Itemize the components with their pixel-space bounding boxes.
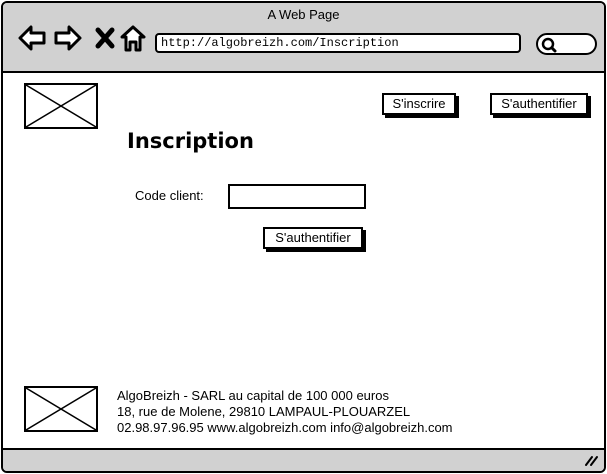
client-code-label: Code client: bbox=[135, 188, 204, 203]
page-title: Inscription bbox=[127, 129, 254, 153]
window-title: A Web Page bbox=[267, 7, 340, 22]
status-bar bbox=[3, 448, 604, 471]
authenticate-button[interactable]: S'authentifier bbox=[263, 227, 363, 249]
home-icon[interactable] bbox=[119, 23, 149, 53]
footer-contact-line: 02.98.97.96.95 www.algobreizh.com info@a… bbox=[117, 420, 453, 435]
url-bar[interactable]: http://algobreizh.com/Inscription bbox=[155, 33, 521, 53]
footer-logo-placeholder bbox=[24, 386, 98, 432]
resize-grip-icon[interactable] bbox=[584, 453, 598, 467]
close-icon[interactable] bbox=[91, 23, 121, 53]
client-code-input[interactable] bbox=[228, 184, 366, 209]
browser-window: A Web Page http://algobreizh.com/Inscrip… bbox=[1, 1, 606, 473]
forward-icon[interactable] bbox=[53, 23, 83, 53]
logo-placeholder bbox=[24, 83, 98, 129]
browser-toolbar: A Web Page http://algobreizh.com/Inscrip… bbox=[3, 3, 604, 73]
footer-address-line: 18, rue de Molene, 29810 LAMPAUL-PLOUARZ… bbox=[117, 404, 411, 419]
login-button[interactable]: S'authentifier bbox=[490, 93, 588, 115]
search-field[interactable] bbox=[536, 33, 597, 55]
signup-button[interactable]: S'inscrire bbox=[382, 93, 456, 115]
back-icon[interactable] bbox=[17, 23, 47, 53]
footer-company-line: AlgoBreizh - SARL au capital de 100 000 … bbox=[117, 388, 389, 403]
search-icon bbox=[541, 37, 557, 53]
